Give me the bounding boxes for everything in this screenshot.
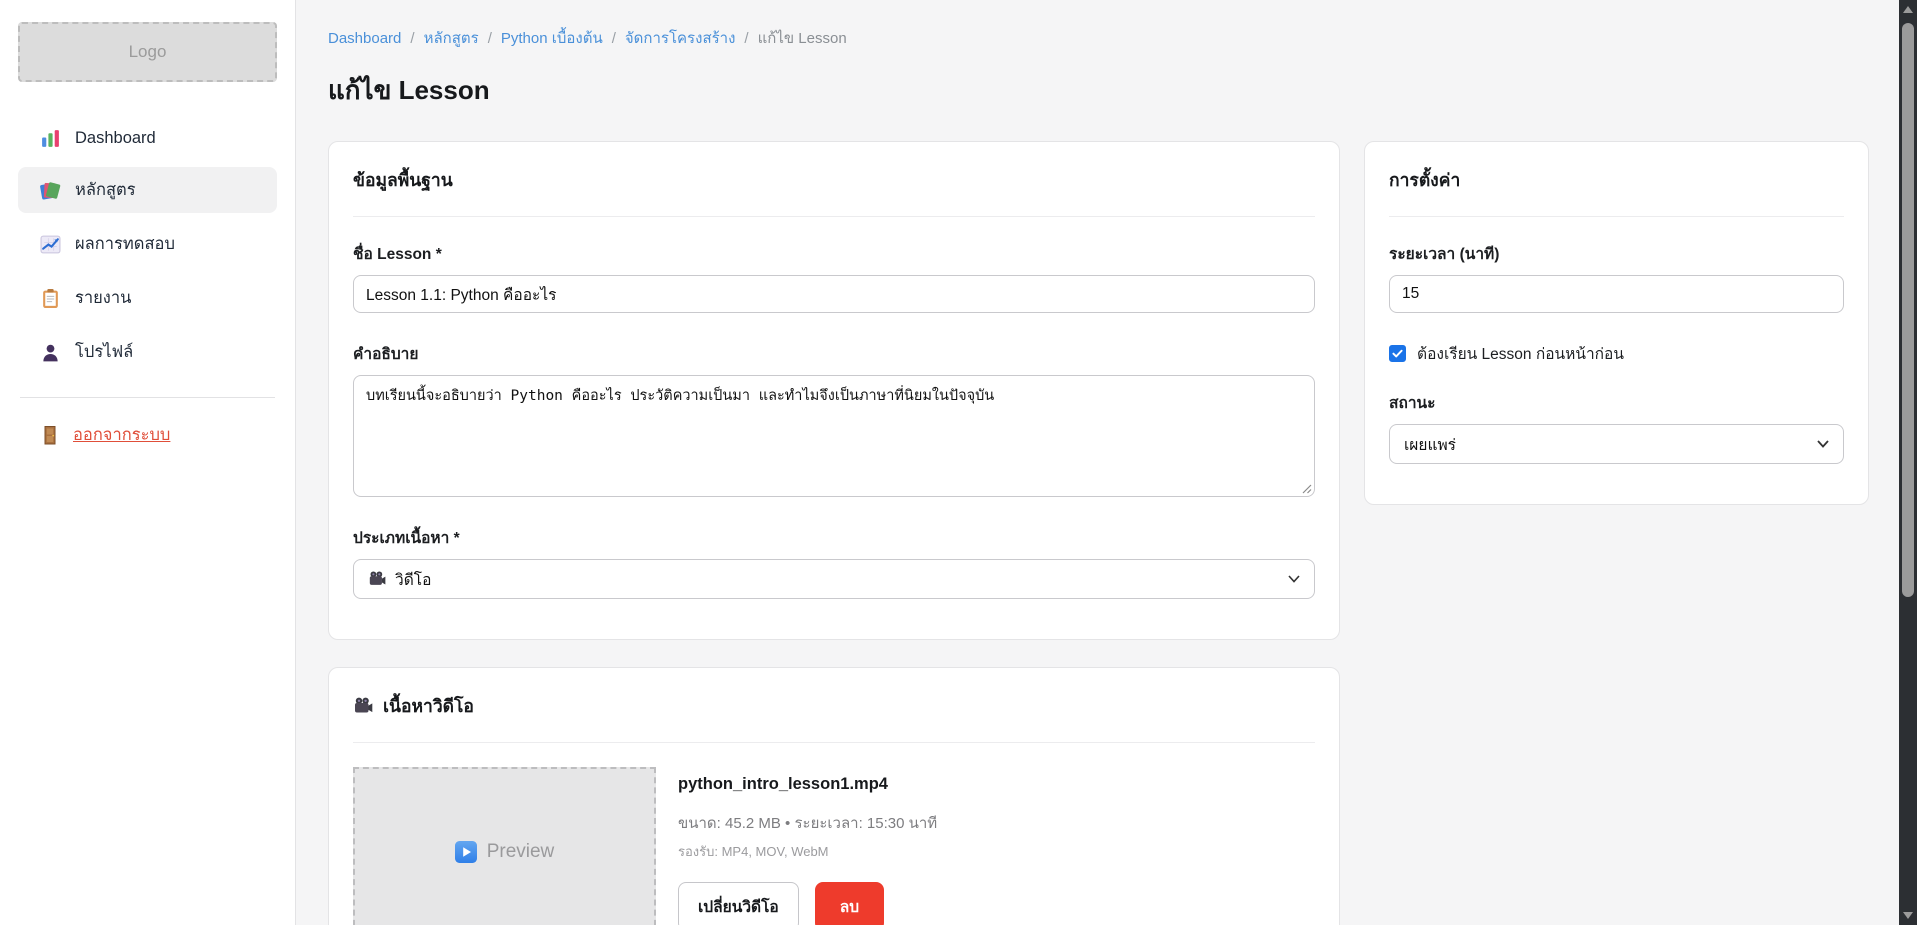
prerequisite-row: ต้องเรียน Lesson ก่อนหน้าก่อน [1389,341,1844,366]
content-type-label: ประเภทเนื้อหา * [353,525,1315,550]
books-icon [40,180,61,201]
main-content: Dashboard / หลักสูตร / Python เบื้องต้น … [296,0,1900,925]
prerequisite-label: ต้องเรียน Lesson ก่อนหน้าก่อน [1417,341,1624,366]
sidebar-item-label: หลักสูตร [75,177,136,203]
preview-label: Preview [487,841,555,863]
chart-increasing-icon [40,234,61,255]
video-content-card-header: เนื้อหาวิดีโอ [353,692,1315,743]
lesson-name-label: ชื่อ Lesson * [353,241,1315,266]
change-video-button[interactable]: เปลี่ยนวิดีโอ [678,882,799,925]
door-icon [40,425,60,445]
content-row: ข้อมูลพื้นฐาน ชื่อ Lesson * คำอธิบาย [328,141,1900,925]
sidebar-item-label: Dashboard [75,129,156,148]
logout-link[interactable]: ออกจากระบบ [18,422,277,448]
video-buttons: เปลี่ยนวิดีโอ ลบ [678,882,937,925]
checkmark-icon [1391,347,1404,360]
breadcrumb-separator: / [488,30,492,47]
sidebar-nav: Dashboard หลักสูตร ผลการทดสอบ [18,118,277,375]
description-field-group: คำอธิบาย [353,341,1315,497]
sidebar-item-reports[interactable]: รายงาน [18,275,277,321]
basic-info-card: ข้อมูลพื้นฐาน ชื่อ Lesson * คำอธิบาย [328,141,1340,640]
video-meta: ขนาด: 45.2 MB • ระยะเวลา: 15:30 นาที [678,811,937,835]
logo-text: Logo [129,42,167,62]
video-content-card: เนื้อหาวิดีโอ Previ [328,667,1340,925]
page-scrollbar[interactable] [1899,0,1917,925]
sidebar-item-label: ผลการทดสอบ [75,231,175,257]
breadcrumb-separator: / [410,30,414,47]
basic-info-card-title: ข้อมูลพื้นฐาน [353,166,1315,217]
video-supported-formats: รองรับ: MP4, MOV, WebM [678,841,937,862]
video-content-card-title: เนื้อหาวิดีโอ [383,692,474,720]
sidebar-item-label: โปรไฟล์ [75,339,133,365]
content-type-value: วิดีโอ [395,567,431,592]
status-select[interactable]: เผยแพร่ [1389,424,1844,464]
scrollbar-thumb[interactable] [1902,23,1914,597]
video-filename: python_intro_lesson1.mp4 [678,775,937,794]
chevron-down-icon [1288,575,1300,583]
lesson-name-field-group: ชื่อ Lesson * [353,241,1315,313]
status-field-group: สถานะ เผยแพร่ [1389,390,1844,464]
sidebar: Logo Dashboard หลักสูตร [0,0,296,925]
prerequisite-checkbox[interactable] [1389,345,1406,362]
sidebar-item-courses[interactable]: หลักสูตร [18,167,277,213]
clipboard-icon [40,288,61,309]
duration-field-group: ระยะเวลา (นาที) [1389,241,1844,313]
breadcrumb-link-structure[interactable]: จัดการโครงสร้าง [625,26,736,50]
breadcrumb-link-course[interactable]: Python เบื้องต้น [501,26,603,50]
status-label: สถานะ [1389,390,1844,415]
scrollbar-up-arrow[interactable] [1899,1,1917,18]
bar-chart-icon [40,128,61,149]
breadcrumb-separator: / [744,30,748,47]
sidebar-item-label: รายงาน [75,285,131,311]
video-row: Preview python_intro_lesson1.mp4 ขนาด: 4… [353,767,1315,925]
sidebar-item-profile[interactable]: โปรไฟล์ [18,329,277,375]
breadcrumb-current: แก้ไข Lesson [758,26,847,50]
breadcrumb-link-courses[interactable]: หลักสูตร [424,26,479,50]
description-textarea[interactable] [353,375,1315,497]
sidebar-item-test-results[interactable]: ผลการทดสอบ [18,221,277,267]
logo-placeholder: Logo [18,22,277,82]
chevron-down-icon [1817,440,1829,448]
duration-input[interactable] [1389,275,1844,313]
sidebar-item-dashboard[interactable]: Dashboard [18,118,277,159]
left-column: ข้อมูลพื้นฐาน ชื่อ Lesson * คำอธิบาย [328,141,1340,925]
breadcrumb: Dashboard / หลักสูตร / Python เบื้องต้น … [328,26,1900,50]
sidebar-divider [20,397,275,398]
logout-label: ออกจากระบบ [73,422,170,448]
breadcrumb-link-dashboard[interactable]: Dashboard [328,30,401,47]
video-preview-placeholder[interactable]: Preview [353,767,656,925]
breadcrumb-separator: / [612,30,616,47]
lesson-name-input[interactable] [353,275,1315,313]
description-label: คำอธิบาย [353,341,1315,366]
settings-card-title: การตั้งค่า [1389,166,1844,217]
person-icon [40,342,61,363]
movie-camera-icon [353,696,373,716]
movie-camera-icon [368,570,386,588]
page-title: แก้ไข Lesson [328,70,1900,111]
settings-card: การตั้งค่า ระยะเวลา (นาที) ต้องเรียน Les… [1364,141,1869,505]
play-button-icon [455,841,477,863]
duration-label: ระยะเวลา (นาที) [1389,241,1844,266]
delete-video-button[interactable]: ลบ [815,882,884,925]
textarea-resize-handle[interactable] [1300,482,1312,494]
video-details: python_intro_lesson1.mp4 ขนาด: 45.2 MB •… [678,767,937,925]
right-column: การตั้งค่า ระยะเวลา (นาที) ต้องเรียน Les… [1364,141,1869,505]
status-value: เผยแพร่ [1404,432,1456,457]
content-type-select[interactable]: วิดีโอ [353,559,1315,599]
content-type-field-group: ประเภทเนื้อหา * วิดีโอ [353,525,1315,599]
scrollbar-down-arrow[interactable] [1899,907,1917,924]
